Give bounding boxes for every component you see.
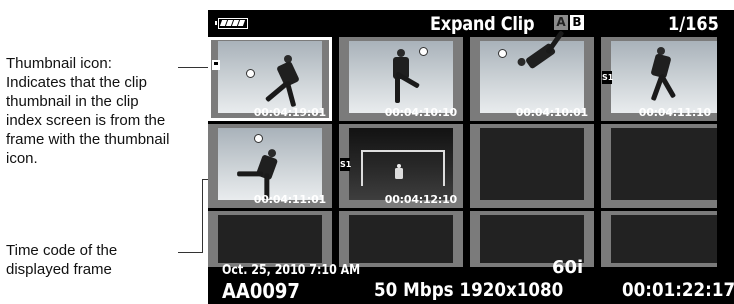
card-slot-b-indicator: B: [570, 15, 584, 30]
frame-timecode: 00:04:10:10: [384, 106, 457, 119]
time-code-leader-line-v: [202, 179, 203, 253]
thumbnail-tile[interactable]: S1 00:04:12:10: [339, 124, 463, 208]
thumbnail-tile[interactable]: 00:04:11:01: [208, 124, 332, 208]
thumbnail-image: [349, 128, 453, 200]
ball: [246, 69, 255, 78]
recording-date: Oct. 25, 2010 7:10 AM: [222, 263, 361, 278]
empty-thumbnail-slot: [218, 215, 322, 263]
battery-full-icon: [215, 18, 248, 29]
screen-title: Expand Clip: [430, 13, 535, 35]
thumbnail-tile[interactable]: 00:04:10:01: [470, 30, 594, 121]
thumbnail-image: [218, 41, 322, 113]
ball: [419, 47, 428, 56]
thumbnail-icon-annotation: Thumbnail icon: Indicates that the clip …: [6, 55, 170, 167]
expand-clip-screen: Expand Clip A B 1/165 00:04:19:01 00:04:…: [208, 10, 734, 304]
screen-header: Expand Clip A B 1/165: [208, 10, 734, 36]
empty-thumbnail-slot: [611, 215, 717, 263]
empty-thumbnail-slot: [611, 128, 717, 200]
thumbnail-tile[interactable]: 00:04:19:01: [208, 37, 332, 121]
clip-name: AA0097: [222, 279, 300, 303]
scene-marker-s1: S1: [602, 71, 614, 84]
empty-thumbnail-tile: [601, 124, 717, 208]
thumbnail-icon: [212, 60, 220, 70]
empty-thumbnail-slot: [349, 215, 453, 263]
clip-duration: 00:01:22:17: [622, 279, 734, 301]
empty-thumbnail-slot: [480, 215, 584, 263]
bitrate-resolution: 50 Mbps 1920x1080: [374, 279, 564, 301]
scene-marker-s1: S1: [340, 158, 352, 171]
empty-thumbnail-tile: [470, 124, 594, 208]
time-code-annotation: Time code of the displayed frame: [6, 242, 118, 278]
thumbnail-tile[interactable]: S1 00:04:11:10: [601, 37, 717, 121]
thumbnail-image: [349, 41, 453, 113]
goal-frame: [361, 150, 445, 186]
frame-timecode: 00:04:12:10: [384, 193, 457, 206]
frame-rate: 60i: [552, 257, 584, 278]
frame-timecode: 00:04:11:01: [253, 193, 326, 206]
ball: [498, 49, 507, 58]
frame-timecode: 00:04:11:10: [638, 106, 711, 119]
time-code-leader-line-h1: [178, 252, 202, 253]
clip-counter: 1/165: [668, 13, 719, 35]
thumbnail-image: [480, 30, 584, 113]
thumbnail-image: [218, 128, 322, 200]
ball: [254, 134, 263, 143]
frame-timecode: 00:04:19:01: [253, 106, 326, 119]
thumbnail-image: [611, 41, 717, 113]
frame-timecode: 00:04:10:01: [515, 106, 588, 119]
card-slot-a-indicator: A: [554, 15, 568, 30]
clip-info-bar: Oct. 25, 2010 7:10 AM 60i AA0097 50 Mbps…: [208, 257, 734, 304]
thumbnail-tile[interactable]: 00:04:10:10: [339, 37, 463, 121]
empty-thumbnail-slot: [480, 128, 584, 200]
